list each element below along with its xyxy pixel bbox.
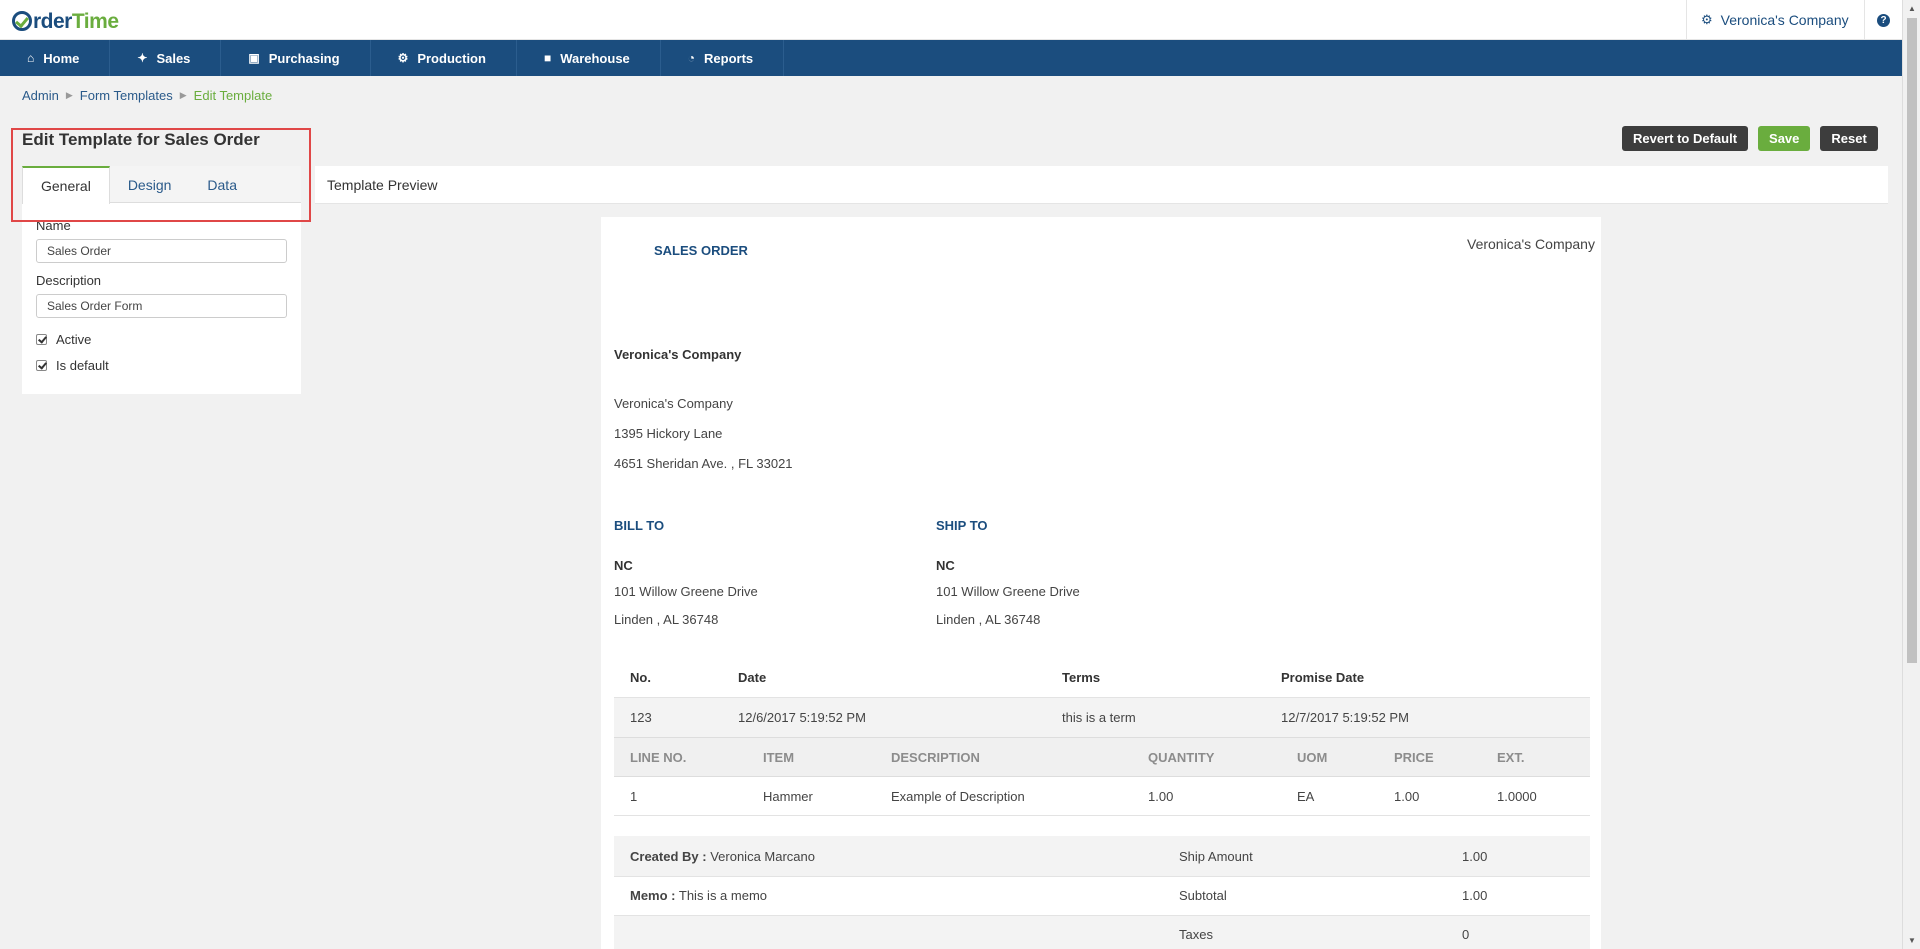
taxes-label: Taxes — [1179, 927, 1213, 942]
nav-home[interactable]: ⌂ Home — [0, 40, 111, 76]
line-header-uom: UOM — [1297, 750, 1328, 765]
info-header-promise-date: Promise Date — [1281, 670, 1365, 685]
name-field[interactable]: Sales Order — [36, 239, 287, 263]
ship-to-name: NC — [936, 558, 955, 573]
divider — [614, 815, 1590, 816]
ordertime-logo[interactable]: rderTime — [12, 8, 119, 34]
info-promise-date: 12/7/2017 5:19:52 PM — [1281, 710, 1409, 725]
line-ext: 1.0000 — [1497, 789, 1537, 804]
taxes-value: 0 — [1462, 927, 1470, 942]
line-items-header — [614, 737, 1590, 777]
default-checkbox[interactable] — [36, 360, 47, 371]
help-button[interactable]: ? — [1864, 0, 1902, 40]
nav-sales[interactable]: ✦ Sales — [110, 40, 222, 76]
scroll-up-arrow-icon[interactable]: ▲ — [1908, 4, 1916, 13]
action-buttons: Revert to Default Save Reset — [1622, 126, 1878, 151]
ship-to-line1: 101 Willow Greene Drive — [936, 584, 1080, 599]
breadcrumb-edit-template: Edit Template — [193, 88, 273, 103]
breadcrumb-form-templates[interactable]: Form Templates — [80, 88, 173, 103]
ship-amount-label: Ship Amount — [1179, 849, 1253, 864]
cart-icon: ▣ — [248, 51, 260, 65]
scroll-thumb[interactable] — [1907, 18, 1917, 663]
chevron-right-icon: ▶ — [179, 90, 187, 100]
company-bold: Veronica's Company — [614, 347, 742, 362]
subtotal-value: 1.00 — [1462, 888, 1488, 903]
line-uom: EA — [1297, 789, 1315, 804]
revert-to-default-button[interactable]: Revert to Default — [1622, 126, 1749, 151]
bill-to-heading: BILL TO — [614, 518, 665, 533]
top-bar: rderTime ⚙ Veronica's Company ? — [0, 0, 1902, 40]
breadcrumb-admin[interactable]: Admin — [22, 88, 59, 103]
memo: Memo : This is a memo — [630, 888, 768, 903]
line-quantity: 1.00 — [1148, 789, 1174, 804]
nav-production[interactable]: ⚙ Production — [371, 40, 517, 76]
company-menu[interactable]: ⚙ Veronica's Company — [1686, 0, 1864, 40]
address-line: Veronica's Company — [614, 396, 733, 411]
gear-icon: ⚙ — [1701, 12, 1713, 27]
info-date: 12/6/2017 5:19:52 PM — [738, 710, 866, 725]
info-header-date: Date — [738, 670, 767, 685]
line-header-quantity: QUANTITY — [1148, 750, 1215, 765]
bill-to-line2: Linden , AL 36748 — [614, 612, 719, 627]
ship-to-heading: SHIP TO — [936, 518, 988, 533]
info-terms: this is a term — [1062, 710, 1136, 725]
summary-row — [614, 915, 1590, 949]
line-price: 1.00 — [1394, 789, 1420, 804]
active-checkbox[interactable] — [36, 334, 47, 345]
doc-title: SALES ORDER — [654, 243, 748, 258]
bill-to-line1: 101 Willow Greene Drive — [614, 584, 758, 599]
breadcrumb: Admin ▶ Form Templates ▶ Edit Template — [22, 88, 272, 103]
active-label: Active — [56, 332, 92, 347]
ship-amount-value: 1.00 — [1462, 849, 1488, 864]
help-icon: ? — [1877, 13, 1890, 27]
line-header-ext: EXT. — [1497, 750, 1525, 765]
nav-warehouse[interactable]: ■ Warehouse — [517, 40, 661, 76]
info-no: 123 — [630, 710, 652, 725]
active-checkbox-row[interactable]: Active — [36, 332, 91, 347]
tabs-highlight-box — [11, 128, 311, 222]
nav-purchasing[interactable]: ▣ Purchasing — [221, 40, 371, 76]
chevron-right-icon: ▶ — [65, 90, 73, 100]
line-header-price: PRICE — [1394, 750, 1434, 765]
address-line: 4651 Sheridan Ave. , FL 33021 — [614, 456, 793, 471]
info-header-terms: Terms — [1062, 670, 1101, 685]
line-header-item: ITEM — [763, 750, 795, 765]
main-nav: ⌂ Home ✦ Sales ▣ Purchasing ⚙ Production ■ Wa… — [0, 40, 1902, 76]
address-line: 1395 Hickory Lane — [614, 426, 723, 441]
template-preview-header: Template Preview — [315, 166, 1888, 204]
logo-check-icon — [12, 11, 32, 31]
description-field[interactable]: Sales Order Form — [36, 294, 287, 318]
page-scrollbar[interactable]: ▲ ▼ — [1902, 0, 1920, 949]
line-description: Example of Description — [891, 789, 1025, 804]
company-name-top: Veronica's Company — [1467, 236, 1595, 252]
line-header-line-no: LINE NO. — [630, 750, 687, 765]
line-no: 1 — [630, 789, 638, 804]
description-label: Description — [36, 273, 102, 288]
gears-icon: ⚙ — [397, 51, 409, 65]
line-item: Hammer — [763, 789, 813, 804]
company-name: Veronica's Company — [1720, 12, 1849, 28]
tag-icon: ✦ — [137, 51, 148, 65]
info-header-no: No. — [630, 670, 651, 685]
divider — [614, 876, 1590, 877]
home-icon: ⌂ — [27, 51, 35, 65]
nav-reports[interactable]: ◔ Reports — [661, 40, 785, 76]
reset-button[interactable]: Reset — [1820, 126, 1878, 151]
line-header-description: DESCRIPTION — [891, 750, 980, 765]
box-icon: ■ — [543, 51, 552, 65]
subtotal-label: Subtotal — [1179, 888, 1227, 903]
ship-to-line2: Linden , AL 36748 — [936, 612, 1041, 627]
save-button[interactable]: Save — [1758, 126, 1811, 151]
default-checkbox-row[interactable]: Is default — [36, 358, 109, 373]
bill-to-name: NC — [614, 558, 633, 573]
pie-chart-icon: ◔ — [687, 51, 696, 65]
default-label: Is default — [56, 358, 109, 373]
scroll-down-arrow-icon[interactable]: ▼ — [1908, 936, 1916, 945]
created-by: Created By : Veronica Marcano — [630, 849, 815, 864]
